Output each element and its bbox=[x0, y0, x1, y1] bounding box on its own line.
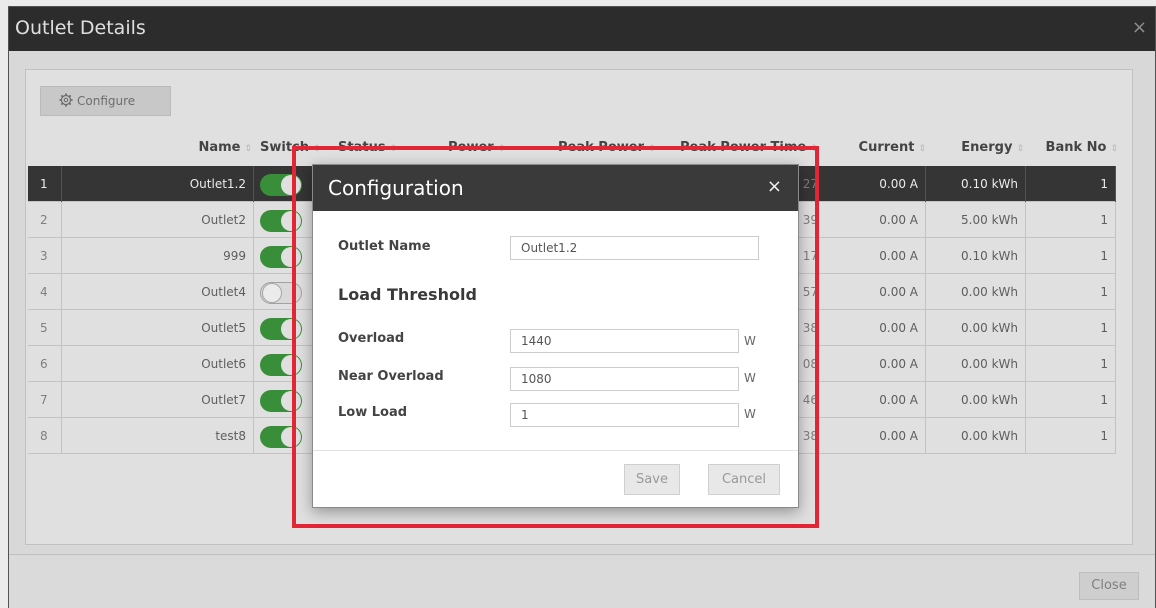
outlet-name-input[interactable]: Outlet1.2 bbox=[510, 236, 759, 260]
modal-close-icon[interactable]: × bbox=[767, 177, 782, 197]
low-load-input[interactable]: 1 bbox=[510, 403, 739, 427]
overload-label: Overload bbox=[338, 331, 405, 346]
near-overload-label: Near Overload bbox=[338, 369, 444, 384]
load-threshold-heading: Load Threshold bbox=[338, 285, 477, 304]
configuration-modal: Configuration × Outlet Name Outlet1.2 Lo… bbox=[312, 164, 799, 508]
cancel-button[interactable]: Cancel bbox=[708, 464, 780, 495]
low-load-label: Low Load bbox=[338, 405, 408, 420]
low-load-unit: W bbox=[744, 407, 756, 421]
modal-title: Configuration bbox=[313, 165, 798, 211]
overload-unit: W bbox=[744, 334, 756, 348]
save-button[interactable]: Save bbox=[624, 464, 680, 495]
outlet-name-label: Outlet Name bbox=[338, 239, 431, 254]
near-overload-input[interactable]: 1080 bbox=[510, 367, 739, 391]
modal-divider bbox=[313, 450, 798, 451]
overload-input[interactable]: 1440 bbox=[510, 329, 739, 353]
near-overload-unit: W bbox=[744, 371, 756, 385]
